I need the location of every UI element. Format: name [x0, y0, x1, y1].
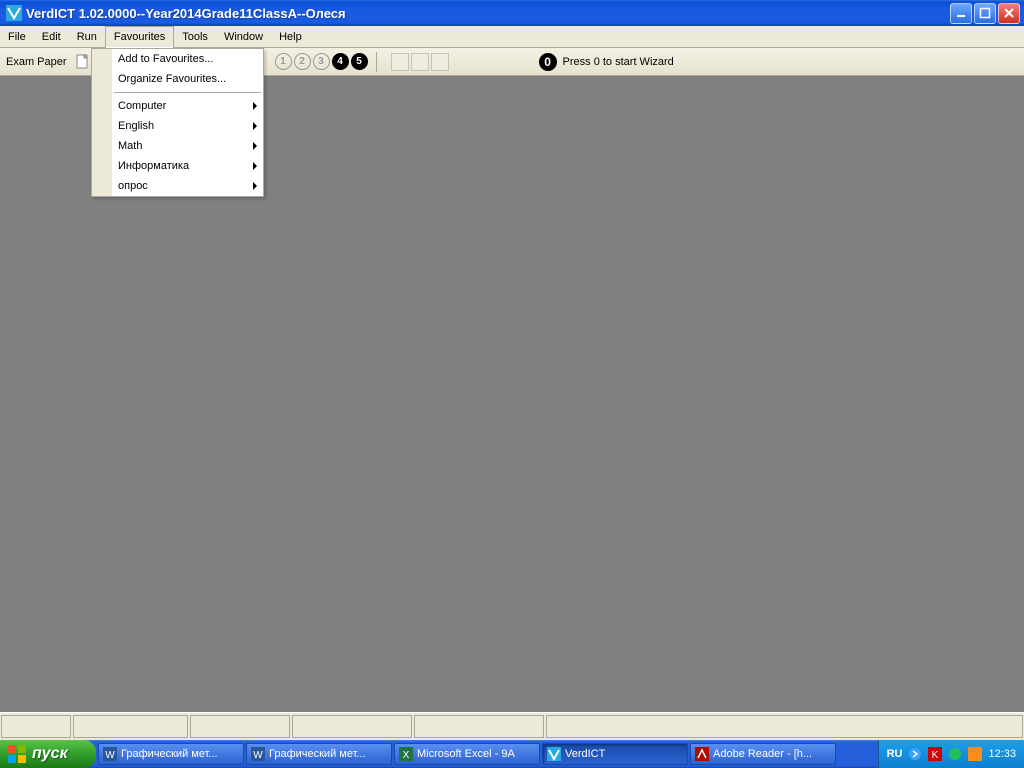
taskbar-item-excel[interactable]: X Microsoft Excel - 9A	[394, 743, 540, 765]
menubar: File Edit Run Favourites Tools Window He…	[0, 26, 1024, 48]
dropdown-computer[interactable]: Computer	[92, 96, 263, 116]
status-cell	[546, 715, 1023, 738]
status-cell	[73, 715, 188, 738]
menu-window[interactable]: Window	[216, 26, 271, 47]
menu-help[interactable]: Help	[271, 26, 310, 47]
menu-tools[interactable]: Tools	[174, 26, 216, 47]
start-button[interactable]: пуск	[0, 740, 96, 768]
favourites-dropdown: Add to Favourites... Organize Favourites…	[91, 48, 264, 197]
menu-file[interactable]: File	[0, 26, 34, 47]
windows-logo-icon	[8, 745, 26, 763]
menu-edit[interactable]: Edit	[34, 26, 69, 47]
statusbar	[0, 712, 1024, 740]
system-tray: RU K 12:33	[878, 740, 1024, 768]
level-5-button[interactable]: 5	[351, 53, 368, 70]
level-4-button[interactable]: 4	[332, 53, 349, 70]
status-cell	[1, 715, 71, 738]
taskbar-item-adobe[interactable]: Adobe Reader - [h...	[690, 743, 836, 765]
svg-text:W: W	[253, 750, 263, 761]
status-cell	[292, 715, 412, 738]
level-1-button[interactable]: 1	[275, 53, 292, 70]
word-icon: W	[103, 747, 117, 761]
verdict-icon	[547, 747, 561, 761]
svg-text:W: W	[105, 750, 115, 761]
adobe-reader-icon	[695, 747, 709, 761]
submenu-arrow-icon	[253, 122, 257, 130]
exam-paper-label: Exam Paper	[4, 56, 67, 68]
titlebar: VerdICT 1.02.0000--Year2014Grade11ClassA…	[0, 0, 1024, 26]
submenu-arrow-icon	[253, 102, 257, 110]
dropdown-english[interactable]: English	[92, 116, 263, 136]
level-2-button[interactable]: 2	[294, 53, 311, 70]
clock[interactable]: 12:33	[988, 748, 1016, 760]
toolbar-button-c[interactable]	[431, 53, 449, 71]
word-icon: W	[251, 747, 265, 761]
level-3-button[interactable]: 3	[313, 53, 330, 70]
tray-chevron-icon[interactable]	[908, 747, 922, 761]
taskbar-item-word-1[interactable]: W Графический мет...	[98, 743, 244, 765]
level-numbers: 1 2 3 4 5	[275, 53, 368, 70]
dropdown-opros[interactable]: опрос	[92, 176, 263, 196]
maximize-button[interactable]	[974, 3, 996, 24]
window-title: VerdICT 1.02.0000--Year2014Grade11ClassA…	[26, 6, 346, 21]
toolbar-button-a[interactable]	[391, 53, 409, 71]
dropdown-informatika[interactable]: Информатика	[92, 156, 263, 176]
submenu-arrow-icon	[253, 142, 257, 150]
tray-app-icon[interactable]	[968, 747, 982, 761]
wizard-text: Press 0 to start Wizard	[563, 56, 674, 68]
minimize-button[interactable]	[950, 3, 972, 24]
excel-icon: X	[399, 747, 413, 761]
taskbar-item-word-2[interactable]: W Графический мет...	[246, 743, 392, 765]
start-label: пуск	[32, 745, 68, 763]
dropdown-add-to-favourites[interactable]: Add to Favourites...	[92, 49, 263, 69]
close-button[interactable]	[998, 3, 1020, 24]
new-document-icon[interactable]	[75, 54, 91, 70]
svg-text:K: K	[932, 750, 939, 761]
wizard-zero-icon: 0	[539, 53, 557, 71]
svg-text:X: X	[403, 750, 410, 761]
app-icon	[6, 5, 22, 21]
tray-antivirus-icon[interactable]: K	[928, 747, 942, 761]
dropdown-math[interactable]: Math	[92, 136, 263, 156]
toolbar-separator	[376, 52, 377, 72]
menu-run[interactable]: Run	[69, 26, 105, 47]
dropdown-organize-favourites[interactable]: Organize Favourites...	[92, 69, 263, 89]
menu-favourites[interactable]: Favourites	[105, 26, 174, 47]
dropdown-separator	[114, 92, 261, 93]
toolbar-button-b[interactable]	[411, 53, 429, 71]
status-cell	[414, 715, 544, 738]
language-indicator[interactable]: RU	[887, 748, 903, 760]
tray-status-icon[interactable]	[948, 747, 962, 761]
submenu-arrow-icon	[253, 162, 257, 170]
status-cell	[190, 715, 290, 738]
submenu-arrow-icon	[253, 182, 257, 190]
wizard-hint: 0 Press 0 to start Wizard	[539, 53, 674, 71]
taskbar: пуск W Графический мет... W Графический …	[0, 740, 1024, 768]
taskbar-item-verdict[interactable]: VerdICT	[542, 743, 688, 765]
